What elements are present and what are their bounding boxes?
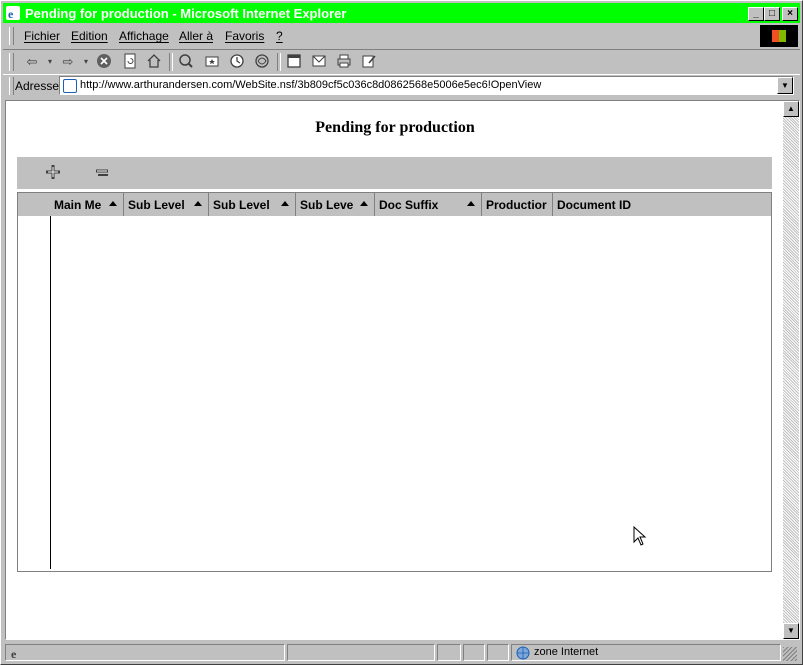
vertical-scrollbar[interactable]: ▲ ▼ xyxy=(783,101,799,639)
page-icon xyxy=(63,79,77,93)
back-dropdown-icon[interactable]: ▾ xyxy=(41,53,59,71)
resize-grip[interactable] xyxy=(783,647,797,661)
windows-flag-icon xyxy=(772,30,786,42)
mail-icon[interactable] xyxy=(310,53,328,71)
status-progress-field xyxy=(287,644,435,661)
toolbar-separator xyxy=(277,53,281,71)
column-header-document-id[interactable]: Document ID xyxy=(553,193,771,216)
minimize-button[interactable]: _ xyxy=(748,7,764,21)
windows-logo xyxy=(760,25,798,47)
stop-icon[interactable] xyxy=(95,53,113,71)
view-table: Main Me Sub Level Sub Level Sub Leve Doc… xyxy=(17,192,772,572)
forward-dropdown-icon[interactable]: ▾ xyxy=(77,53,95,71)
column-header-production[interactable]: Productior xyxy=(482,193,553,216)
status-field-3 xyxy=(487,644,509,661)
svg-text:e: e xyxy=(8,7,14,20)
collapse-all-icon[interactable] xyxy=(92,163,112,181)
status-zone-field: zone Internet xyxy=(511,644,781,661)
status-text-field: e xyxy=(5,644,285,661)
column-header-main-menu[interactable]: Main Me xyxy=(50,193,124,216)
menu-edition[interactable]: Edition xyxy=(71,29,108,43)
status-field-1 xyxy=(437,644,461,661)
channels-icon[interactable] xyxy=(253,53,271,71)
address-bar: Adresse http://www.arthurandersen.com/We… xyxy=(3,75,800,97)
sort-ascending-icon[interactable] xyxy=(109,201,117,206)
scroll-up-icon[interactable]: ▲ xyxy=(783,101,799,117)
row-margin-divider xyxy=(50,216,51,569)
zone-label: zone Internet xyxy=(534,646,599,658)
search-icon[interactable] xyxy=(177,53,195,71)
minimize-icon: _ xyxy=(753,8,759,19)
status-bar: e zone Internet xyxy=(3,643,800,662)
view-body xyxy=(18,216,771,571)
menu-affichage[interactable]: Affichage xyxy=(119,29,169,43)
column-header-doc-suffix[interactable]: Doc Suffix xyxy=(375,193,482,216)
sort-ascending-icon[interactable] xyxy=(281,201,289,206)
close-button[interactable]: × xyxy=(782,7,798,21)
ie-icon: e xyxy=(6,6,20,21)
menu-grip[interactable] xyxy=(9,27,14,45)
back-icon[interactable]: ⇦ xyxy=(23,53,41,71)
page-title: Pending for production xyxy=(315,119,475,136)
column-header-row: Main Me Sub Level Sub Level Sub Leve Doc… xyxy=(18,193,771,216)
status-field-2 xyxy=(463,644,485,661)
column-header-sub-level-3[interactable]: Sub Leve xyxy=(296,193,375,216)
maximize-icon: □ xyxy=(768,8,776,19)
close-icon: × xyxy=(787,8,793,19)
menu-fichier[interactable]: Fichier xyxy=(24,29,60,43)
menu-aller-a[interactable]: Aller à xyxy=(179,29,213,43)
toolbar-grip[interactable] xyxy=(9,53,14,71)
address-input[interactable]: http://www.arthurandersen.com/WebSite.ns… xyxy=(59,76,794,95)
toolbar-separator xyxy=(169,53,173,71)
view-action-bar xyxy=(17,157,772,189)
menu-favoris[interactable]: Favoris xyxy=(225,29,264,43)
page-status-icon: e xyxy=(11,647,17,660)
address-label: Adresse xyxy=(15,79,60,93)
print-icon[interactable] xyxy=(335,53,353,71)
refresh-icon[interactable] xyxy=(121,53,139,71)
home-icon[interactable] xyxy=(145,53,163,71)
column-header-sub-level-1[interactable]: Sub Level xyxy=(124,193,209,216)
title-bar[interactable]: e Pending for production - Microsoft Int… xyxy=(3,3,800,23)
address-dropdown-icon[interactable]: ▼ xyxy=(777,77,793,94)
edit-icon[interactable] xyxy=(360,53,378,71)
favorites-icon[interactable] xyxy=(203,53,221,71)
svg-text:e: e xyxy=(11,647,17,660)
standard-toolbar: ⇦ ▾ ⇨ ▾ xyxy=(3,49,800,75)
menu-bar: Fichier Edition Affichage Aller à Favori… xyxy=(3,25,800,47)
expand-all-icon[interactable] xyxy=(43,163,63,181)
browser-window: e Pending for production - Microsoft Int… xyxy=(0,0,803,665)
scroll-down-icon[interactable]: ▼ xyxy=(783,623,799,639)
column-header-sub-level-2[interactable]: Sub Level xyxy=(209,193,296,216)
page-content: Pending for production Main Me Sub Level xyxy=(5,100,800,640)
sort-ascending-icon[interactable] xyxy=(467,201,475,206)
fullscreen-icon[interactable] xyxy=(285,53,303,71)
maximize-button[interactable]: □ xyxy=(764,7,780,21)
address-grip[interactable] xyxy=(9,77,14,95)
sort-ascending-icon[interactable] xyxy=(360,201,368,206)
forward-icon[interactable]: ⇨ xyxy=(59,53,77,71)
sort-ascending-icon[interactable] xyxy=(194,201,202,206)
globe-icon xyxy=(516,646,530,660)
window-title: Pending for production - Microsoft Inter… xyxy=(25,6,347,21)
history-icon[interactable] xyxy=(228,53,246,71)
address-url[interactable]: http://www.arthurandersen.com/WebSite.ns… xyxy=(80,79,541,91)
menu-help[interactable]: ? xyxy=(276,29,283,43)
